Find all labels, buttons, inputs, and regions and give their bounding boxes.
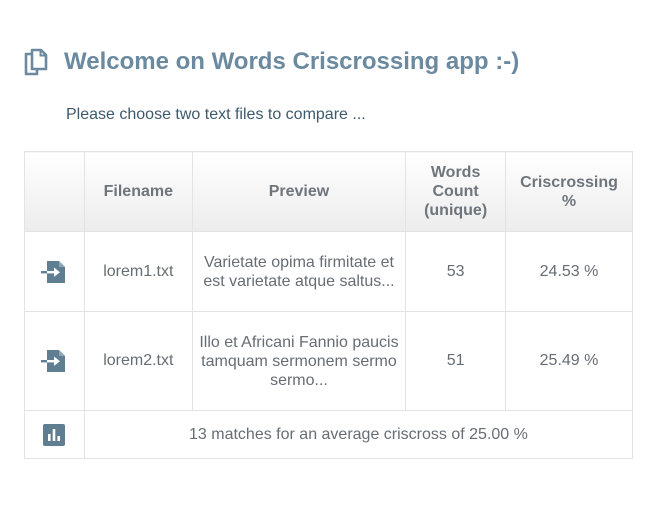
file-import-icon[interactable] xyxy=(41,349,67,373)
table-header-row: Filename Preview Words Count (unique) Cr… xyxy=(24,151,633,232)
preview-cell: Illo et Africani Fannio paucis tamquam s… xyxy=(191,311,407,411)
header-icon-column xyxy=(24,151,85,232)
copy-icon xyxy=(24,48,48,76)
page-title: Welcome on Words Criscrossing app :-) xyxy=(64,48,520,75)
words-count-cell: 51 xyxy=(405,311,507,411)
app-header: Welcome on Words Criscrossing app :-) xyxy=(22,44,519,80)
criscrossing-cell: 25.49 % xyxy=(505,311,633,411)
table-row: lorem2.txt Illo et Africani Fannio pauci… xyxy=(24,311,633,411)
files-table: Filename Preview Words Count (unique) Cr… xyxy=(24,151,634,459)
summary-text: 13 matches for an average criscross of 2… xyxy=(83,410,634,459)
header-criscrossing: Criscrossing % xyxy=(505,151,633,232)
criscrossing-cell: 24.53 % xyxy=(505,231,633,312)
filename-cell: lorem2.txt xyxy=(83,311,193,411)
preview-cell: Varietate opima firmitate et est varieta… xyxy=(191,231,407,312)
summary-icon-cell xyxy=(24,410,85,459)
header-preview: Preview xyxy=(191,151,407,232)
instruction-text: Please choose two text files to compare … xyxy=(66,106,366,123)
file-import-cell[interactable] xyxy=(24,311,85,411)
file-import-icon[interactable] xyxy=(41,260,67,284)
summary-row: 13 matches for an average criscross of 2… xyxy=(24,410,634,459)
words-count-cell: 53 xyxy=(405,231,507,312)
table-row: lorem1.txt Varietate opima firmitate et … xyxy=(24,231,633,312)
filename-cell: lorem1.txt xyxy=(83,231,193,312)
header-filename: Filename xyxy=(83,151,193,232)
bar-chart-icon xyxy=(43,423,66,446)
header-words-count: Words Count (unique) xyxy=(405,151,507,232)
file-import-cell[interactable] xyxy=(24,231,85,312)
